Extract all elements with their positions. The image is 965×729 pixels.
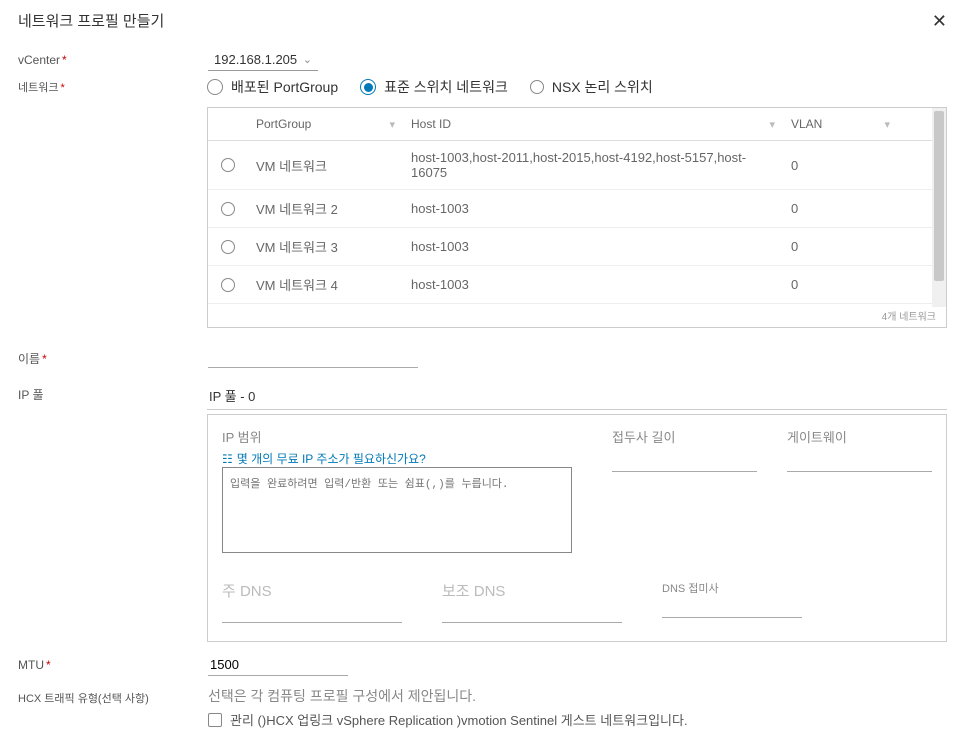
table-row[interactable]: VM 네트워크 4host-10030 (208, 266, 946, 304)
calculator-icon: ☷ (222, 452, 233, 466)
radio-deployed-portgroup[interactable]: 배포된 PortGroup (207, 77, 338, 97)
cell-portgroup: VM 네트워크 4 (248, 266, 403, 303)
filter-icon[interactable]: ▾ (884, 118, 890, 131)
cell-hostid: host-1003 (403, 266, 783, 303)
prefix-length-input[interactable] (612, 450, 757, 472)
table-row[interactable]: VM 네트워크 3host-10030 (208, 228, 946, 266)
traffic-checkbox[interactable] (208, 713, 222, 727)
ip-help-link-text: 몇 개의 무료 IP 주소가 필요하신가요? (237, 450, 426, 467)
radio-nsx-label: NSX 논리 스위치 (552, 77, 653, 97)
cell-hostid: host-1003 (403, 228, 783, 265)
close-icon: ✕ (932, 11, 947, 31)
vcenter-selected-value: 192.168.1.205 (214, 52, 297, 67)
radio-standard-label: 표준 스위치 네트워크 (384, 77, 508, 97)
filter-icon[interactable]: ▾ (389, 118, 395, 131)
close-button[interactable]: ✕ (932, 12, 947, 30)
mtu-label-text: MTU (18, 658, 44, 672)
column-header-vlan-text: VLAN (791, 117, 822, 131)
ip-pool-label-text: IP 풀 (18, 388, 44, 402)
cell-portgroup: VM 네트워크 2 (248, 190, 403, 227)
column-header-hostid-text: Host ID (411, 117, 451, 131)
dns-suffix-input[interactable] (662, 596, 802, 618)
ip-pool-label: IP 풀 (18, 382, 207, 403)
required-indicator: * (60, 82, 64, 94)
network-label-text: 네트워크 (18, 82, 58, 94)
mtu-input[interactable] (208, 654, 348, 676)
secondary-dns-label: 보조 DNS (442, 580, 622, 601)
table-footer-count: 4개 네트워크 (208, 304, 946, 327)
ip-range-textarea[interactable] (222, 467, 572, 553)
radio-nsx-logical-switch[interactable]: NSX 논리 스위치 (530, 77, 653, 97)
required-indicator: * (46, 658, 51, 672)
mtu-label: MTU* (18, 654, 208, 672)
row-radio[interactable] (221, 202, 235, 216)
row-radio[interactable] (221, 158, 235, 172)
ip-help-link[interactable]: ☷ 몇 개의 무료 IP 주소가 필요하신가요? (222, 450, 582, 467)
network-table: PortGroup ▾ Host ID ▾ VLAN ▾ VM 네트워크host… (207, 107, 947, 328)
cell-portgroup: VM 네트워크 (248, 141, 403, 189)
secondary-dns-input[interactable] (442, 601, 622, 623)
radio-icon (360, 79, 376, 95)
hcx-traffic-label-text: HCX 트래픽 유형(선택 사항) (18, 693, 149, 705)
vcenter-label: vCenter* (18, 49, 208, 67)
column-header-vlan[interactable]: VLAN ▾ (783, 108, 898, 140)
dialog-title: 네트워크 프로필 만들기 (18, 10, 164, 31)
gateway-label: 게이트웨이 (787, 427, 932, 446)
vcenter-dropdown[interactable]: 192.168.1.205 ⌄ (208, 49, 318, 71)
scrollbar[interactable] (932, 108, 946, 307)
row-radio[interactable] (221, 240, 235, 254)
column-header-portgroup[interactable]: PortGroup ▾ (248, 108, 403, 140)
cell-hostid: host-1003 (403, 190, 783, 227)
table-row[interactable]: VM 네트워크 2host-10030 (208, 190, 946, 228)
hcx-traffic-note: 선택은 각 컴퓨팅 프로필 구성에서 제안됩니다. (208, 686, 947, 706)
scrollbar-thumb[interactable] (934, 111, 944, 281)
name-input[interactable] (208, 346, 418, 368)
cell-vlan: 0 (783, 190, 898, 227)
table-row[interactable]: VM 네트워크host-1003,host-2011,host-2015,hos… (208, 141, 946, 190)
cell-portgroup: VM 네트워크 3 (248, 228, 403, 265)
hcx-traffic-options-text: 관리 ()HCX 업링크 vSphere Replication )vmotio… (230, 710, 688, 729)
cell-vlan: 0 (783, 228, 898, 265)
ip-pool-header: IP 풀 - 0 (207, 382, 947, 410)
name-label-text: 이름 (18, 352, 40, 366)
column-header-portgroup-text: PortGroup (256, 117, 311, 131)
primary-dns-input[interactable] (222, 601, 402, 623)
cell-vlan: 0 (783, 266, 898, 303)
prefix-length-label: 접두사 길이 (612, 427, 757, 446)
filter-icon[interactable]: ▾ (769, 118, 775, 131)
row-radio[interactable] (221, 278, 235, 292)
chevron-down-icon: ⌄ (303, 53, 312, 66)
radio-standard-switch[interactable]: 표준 스위치 네트워크 (360, 77, 508, 97)
gateway-input[interactable] (787, 450, 932, 472)
required-indicator: * (62, 53, 67, 67)
radio-deployed-label: 배포된 PortGroup (231, 77, 338, 97)
radio-icon (530, 80, 544, 94)
dns-suffix-label: DNS 접미사 (662, 580, 802, 596)
cell-hostid: host-1003,host-2011,host-2015,host-4192,… (403, 141, 783, 189)
ip-range-label: IP 범위 (222, 427, 582, 446)
required-indicator: * (42, 352, 47, 366)
network-label: 네트워크* (18, 75, 207, 95)
primary-dns-label: 주 DNS (222, 580, 402, 601)
radio-icon (207, 79, 223, 95)
cell-vlan: 0 (783, 141, 898, 189)
column-header-hostid[interactable]: Host ID ▾ (403, 108, 783, 140)
name-label: 이름* (18, 346, 208, 367)
vcenter-label-text: vCenter (18, 53, 60, 67)
hcx-traffic-label: HCX 트래픽 유형(선택 사항) (18, 686, 208, 706)
